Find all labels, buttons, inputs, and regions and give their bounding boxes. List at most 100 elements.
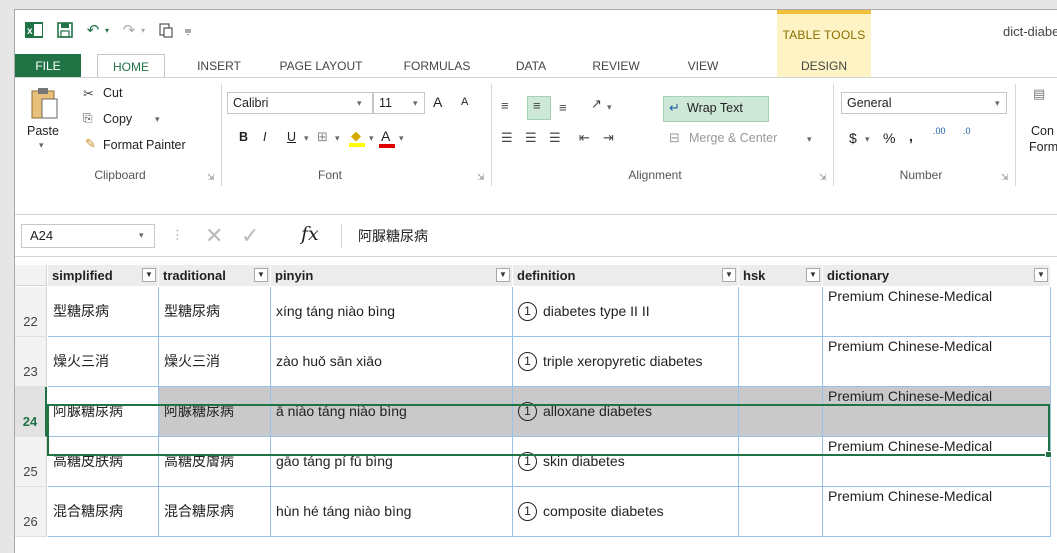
- name-box[interactable]: A24: [21, 224, 155, 248]
- cell-dictionary[interactable]: Premium Chinese-Medical: [823, 287, 1051, 337]
- cell-hsk[interactable]: [739, 437, 823, 487]
- copy-button[interactable]: Copy: [103, 112, 132, 126]
- percent-button[interactable]: %: [883, 130, 895, 146]
- underline-dropdown-icon[interactable]: ▾: [304, 133, 309, 144]
- customize-icon[interactable]: ⩦: [181, 20, 195, 40]
- cell-dictionary[interactable]: Premium Chinese-Medical: [823, 437, 1051, 487]
- filter-dropdown-icon[interactable]: ▼: [496, 268, 510, 282]
- paste-dropdown-icon[interactable]: ▾: [39, 140, 44, 151]
- merge-center-button[interactable]: Merge & Center: [689, 131, 777, 145]
- header-pinyin[interactable]: pinyin ▼: [271, 265, 513, 286]
- font-color-button[interactable]: A: [381, 128, 390, 144]
- orientation-icon[interactable]: ↗: [591, 96, 602, 112]
- clipboard-launcher-icon[interactable]: ⇲: [207, 172, 215, 183]
- currency-button[interactable]: $: [849, 130, 857, 146]
- tab-home[interactable]: HOME: [97, 54, 165, 79]
- cell-definition[interactable]: 1 composite diabetes: [513, 487, 739, 537]
- cell-traditional[interactable]: 燥火三消: [159, 337, 271, 387]
- orientation-dropdown-icon[interactable]: ▾: [607, 102, 612, 113]
- header-dictionary[interactable]: dictionary ▼: [823, 265, 1051, 286]
- tab-view[interactable]: VIEW: [675, 54, 731, 78]
- cell-pinyin[interactable]: zào huǒ sān xiāo: [271, 337, 513, 387]
- cell-pinyin[interactable]: ā niào táng niào bìng: [271, 387, 513, 437]
- cell-dictionary[interactable]: Premium Chinese-Medical: [823, 487, 1051, 537]
- decrease-indent-icon[interactable]: ⇤: [579, 130, 590, 146]
- cell-pinyin[interactable]: hùn hé táng niào bìng: [271, 487, 513, 537]
- filter-dropdown-icon[interactable]: ▼: [254, 268, 268, 282]
- cell-dictionary[interactable]: Premium Chinese-Medical: [823, 337, 1051, 387]
- redo-icon[interactable]: ↷: [119, 20, 139, 40]
- borders-icon[interactable]: ⊞: [317, 129, 328, 145]
- fill-handle[interactable]: [1045, 451, 1052, 458]
- enter-icon[interactable]: ✓: [241, 223, 259, 249]
- currency-dropdown-icon[interactable]: ▾: [865, 134, 870, 145]
- header-simplified[interactable]: simplified ▼: [48, 265, 159, 286]
- row-header[interactable]: 22: [15, 287, 47, 337]
- grow-font-button[interactable]: A: [433, 94, 442, 110]
- increase-indent-icon[interactable]: ⇥: [603, 130, 614, 146]
- font-launcher-icon[interactable]: ⇲: [477, 172, 485, 183]
- touch-mode-icon[interactable]: [155, 20, 177, 40]
- excel-logo-icon[interactable]: x: [23, 20, 45, 40]
- cell-simplified[interactable]: 型糖尿病: [48, 287, 159, 337]
- cell-definition[interactable]: 1 triple xeropyretic diabetes: [513, 337, 739, 387]
- cell-hsk[interactable]: [739, 387, 823, 437]
- cell-hsk[interactable]: [739, 487, 823, 537]
- fill-color-dropdown-icon[interactable]: ▾: [369, 133, 374, 144]
- align-bottom-icon[interactable]: ≡: [559, 100, 567, 115]
- cell-simplified[interactable]: 高糖皮肤病: [48, 437, 159, 487]
- align-center-icon[interactable]: ☰: [525, 130, 537, 146]
- row-header[interactable]: 25: [15, 437, 47, 487]
- header-traditional[interactable]: traditional ▼: [159, 265, 271, 286]
- redo-dropdown-icon[interactable]: ▾: [137, 20, 149, 40]
- row-header[interactable]: 23: [15, 337, 47, 387]
- shrink-font-button[interactable]: A: [461, 96, 468, 108]
- underline-button[interactable]: U: [287, 130, 296, 144]
- conditional-formatting-icon[interactable]: ▤: [1033, 86, 1045, 102]
- comma-button[interactable]: ,: [909, 128, 913, 144]
- cell-traditional[interactable]: 阿脲糖尿病: [159, 387, 271, 437]
- font-name-box[interactable]: Calibri: [227, 92, 373, 114]
- cell-definition[interactable]: 1 alloxane diabetes: [513, 387, 739, 437]
- tab-page-layout[interactable]: PAGE LAYOUT: [269, 54, 373, 78]
- tab-file[interactable]: FILE: [15, 54, 81, 78]
- row-header[interactable]: 24: [15, 387, 47, 437]
- merge-center-dropdown-icon[interactable]: ▾: [807, 134, 812, 145]
- header-definition[interactable]: definition ▼: [513, 265, 739, 286]
- alignment-launcher-icon[interactable]: ⇲: [819, 172, 827, 183]
- cell-hsk[interactable]: [739, 287, 823, 337]
- tab-formulas[interactable]: FORMULAS: [389, 54, 485, 78]
- cut-button[interactable]: Cut: [103, 86, 122, 100]
- tab-design[interactable]: DESIGN: [785, 54, 863, 78]
- tab-data[interactable]: DATA: [501, 54, 561, 78]
- save-icon[interactable]: [55, 20, 75, 40]
- fill-color-icon[interactable]: ◆: [351, 128, 361, 144]
- formula-input[interactable]: 阿脲糖尿病: [341, 224, 1057, 248]
- conditional-formatting-label-1[interactable]: Con: [1031, 124, 1054, 138]
- cell-traditional[interactable]: 型糖尿病: [159, 287, 271, 337]
- filter-dropdown-icon[interactable]: ▼: [722, 268, 736, 282]
- font-size-dropdown-icon[interactable]: ▾: [413, 98, 418, 109]
- cell-dictionary[interactable]: Premium Chinese-Medical: [823, 387, 1051, 437]
- paste-button[interactable]: Paste ▾: [25, 84, 67, 154]
- filter-dropdown-icon[interactable]: ▼: [806, 268, 820, 282]
- italic-button[interactable]: I: [263, 130, 266, 144]
- format-painter-button[interactable]: Format Painter: [103, 138, 186, 152]
- cell-simplified[interactable]: 混合糖尿病: [48, 487, 159, 537]
- tab-review[interactable]: REVIEW: [581, 54, 651, 78]
- undo-icon[interactable]: ↶: [83, 20, 103, 40]
- undo-dropdown-icon[interactable]: ▾: [101, 20, 113, 40]
- cell-definition[interactable]: 1 diabetes type II II: [513, 287, 739, 337]
- cell-definition[interactable]: 1 skin diabetes: [513, 437, 739, 487]
- cell-pinyin[interactable]: gāo táng pí fū bìng: [271, 437, 513, 487]
- align-right-icon[interactable]: ☰: [549, 130, 561, 146]
- align-left-icon[interactable]: ☰: [501, 130, 513, 146]
- name-box-dropdown-icon[interactable]: ▾: [139, 230, 144, 241]
- number-format-dropdown-icon[interactable]: ▾: [995, 98, 1000, 109]
- cell-simplified[interactable]: 阿脲糖尿病: [48, 387, 159, 437]
- tab-insert[interactable]: INSERT: [185, 54, 253, 78]
- insert-function-button[interactable]: fx: [301, 223, 319, 245]
- header-hsk[interactable]: hsk ▼: [739, 265, 823, 286]
- cell-traditional[interactable]: 混合糖尿病: [159, 487, 271, 537]
- row-header[interactable]: 26: [15, 487, 47, 537]
